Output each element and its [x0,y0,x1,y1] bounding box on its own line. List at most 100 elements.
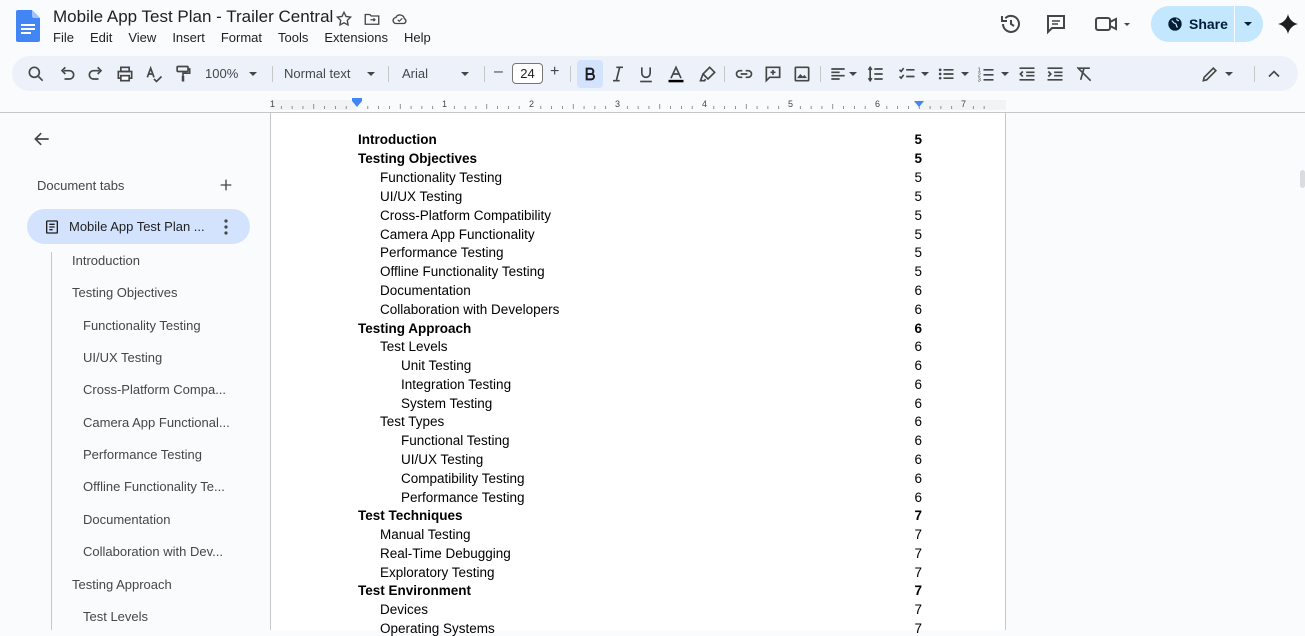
gemini-sparkle-icon[interactable] [1276,12,1300,36]
toc-entry[interactable]: Integration Testing [401,377,511,392]
toc-entry[interactable]: System Testing [401,396,492,411]
toc-entry[interactable]: UI/UX Testing [380,189,462,204]
document-page[interactable]: Introduction 5 Testing Objectives 5 Function… [270,113,1006,636]
toc-entry[interactable]: Performance Testing [401,490,525,505]
toc-entry[interactable]: Test Levels [380,339,448,354]
toc-entry[interactable]: Devices [380,602,428,617]
numbered-list-icon[interactable]: 123 [976,64,996,84]
add-comment-icon[interactable] [763,64,783,84]
scrollbar-thumb[interactable] [1300,170,1305,188]
hide-menus-chevron-up-icon[interactable] [1264,64,1284,84]
toc-entry[interactable]: Test Types [380,414,444,429]
toc-entry[interactable]: Test Techniques [358,508,463,523]
outline-item[interactable]: Test Levels [83,609,148,624]
bulleted-list-icon[interactable] [936,64,956,84]
toc-entry[interactable]: Unit Testing [401,358,471,373]
more-options-icon[interactable] [221,218,231,236]
menu-format[interactable]: Format [221,30,270,45]
star-icon[interactable] [335,10,353,28]
version-history-icon[interactable] [999,12,1023,36]
paint-format-icon[interactable] [173,64,193,84]
highlight-color-icon[interactable] [698,64,718,84]
checklist-dropdown-icon[interactable] [920,70,930,78]
print-icon[interactable] [115,64,135,84]
move-folder-icon[interactable] [363,10,381,28]
redo-icon[interactable] [86,64,106,84]
outline-item[interactable]: Performance Testing [83,447,202,462]
align-dropdown-icon[interactable] [848,70,858,78]
menu-help[interactable]: Help [404,30,439,45]
search-menus-icon[interactable] [26,64,46,84]
outline-item[interactable]: Camera App Functional... [83,415,230,430]
style-dropdown-icon[interactable] [366,70,376,78]
document-title[interactable]: Mobile App Test Plan - Trailer Central [53,7,333,27]
menu-file[interactable]: File [53,30,82,45]
add-tab-button[interactable] [218,177,234,193]
underline-icon[interactable] [636,64,656,84]
bulleted-list-dropdown-icon[interactable] [960,70,970,78]
outline-item[interactable]: Collaboration with Dev... [83,544,223,559]
outline-item[interactable]: Functionality Testing [83,318,201,333]
toc-entry[interactable]: Collaboration with Developers [380,302,559,317]
horizontal-ruler[interactable]: 1 1 2 3 4 5 6 7 [270,96,1006,112]
toc-entry[interactable]: Functional Testing [401,433,510,448]
google-docs-logo-icon[interactable] [16,10,40,42]
style-select[interactable]: Normal text [284,66,350,81]
toc-entry[interactable]: UI/UX Testing [401,452,483,467]
menu-insert[interactable]: Insert [172,30,213,45]
tab-mobile-app-test-plan[interactable]: Mobile App Test Plan ... [27,209,250,244]
outline-item[interactable]: Offline Functionality Te... [83,479,225,494]
toc-entry[interactable]: Compatibility Testing [401,471,525,486]
editing-mode-dropdown-icon[interactable] [1224,70,1234,78]
toc-entry[interactable]: Manual Testing [380,527,471,542]
undo-icon[interactable] [57,64,77,84]
insert-link-icon[interactable] [734,64,754,84]
font-size-input[interactable]: 24 [512,63,543,84]
toc-entry[interactable]: Camera App Functionality [380,227,535,242]
toc-entry[interactable]: Operating Systems [380,621,495,636]
toc-entry[interactable]: Introduction [358,132,437,147]
toc-entry[interactable]: Documentation [380,283,471,298]
toc-entry[interactable]: Functionality Testing [380,170,502,185]
decrease-font-size-button[interactable]: – [494,63,503,81]
font-select[interactable]: Arial [402,66,428,81]
comments-icon[interactable] [1044,12,1068,36]
menu-view[interactable]: View [128,30,164,45]
checklist-icon[interactable] [897,64,917,84]
outline-item[interactable]: Testing Approach [72,577,172,592]
outline-item[interactable]: UI/UX Testing [83,350,162,365]
outline-item[interactable]: Testing Objectives [72,285,178,300]
zoom-dropdown-icon[interactable] [248,70,258,78]
bold-button[interactable] [577,60,603,88]
insert-image-icon[interactable] [792,64,812,84]
back-arrow-icon[interactable] [32,129,52,149]
outline-item[interactable]: Cross-Platform Compa... [83,382,226,397]
editing-mode-icon[interactable] [1200,64,1220,84]
toc-entry[interactable]: Testing Objectives [358,151,477,166]
menu-edit[interactable]: Edit [90,30,120,45]
numbered-list-dropdown-icon[interactable] [1000,70,1010,78]
toc-entry[interactable]: Testing Approach [358,321,471,336]
toc-entry[interactable]: Performance Testing [380,245,504,260]
align-left-icon[interactable] [828,64,848,84]
cloud-saved-icon[interactable] [391,10,409,28]
spellcheck-icon[interactable] [144,64,164,84]
meet-video-icon[interactable] [1094,12,1134,36]
outline-item[interactable]: Introduction [72,253,140,268]
share-button[interactable]: Share [1151,6,1263,42]
menu-tools[interactable]: Tools [278,30,316,45]
toc-entry[interactable]: Cross-Platform Compatibility [380,208,551,223]
first-line-indent-marker[interactable] [352,98,362,101]
increase-font-size-button[interactable]: + [550,63,559,81]
increase-indent-icon[interactable] [1045,64,1065,84]
italic-icon[interactable] [608,64,628,84]
zoom-select[interactable]: 100% [205,66,238,81]
toc-entry[interactable]: Real-Time Debugging [380,546,511,561]
text-color-icon[interactable] [666,64,686,84]
toc-entry[interactable]: Test Environment [358,583,471,598]
share-dropdown-icon[interactable] [1243,20,1253,28]
line-spacing-icon[interactable] [866,64,886,84]
toc-entry[interactable]: Exploratory Testing [380,565,495,580]
menu-extensions[interactable]: Extensions [324,30,396,45]
font-dropdown-icon[interactable] [460,70,470,78]
